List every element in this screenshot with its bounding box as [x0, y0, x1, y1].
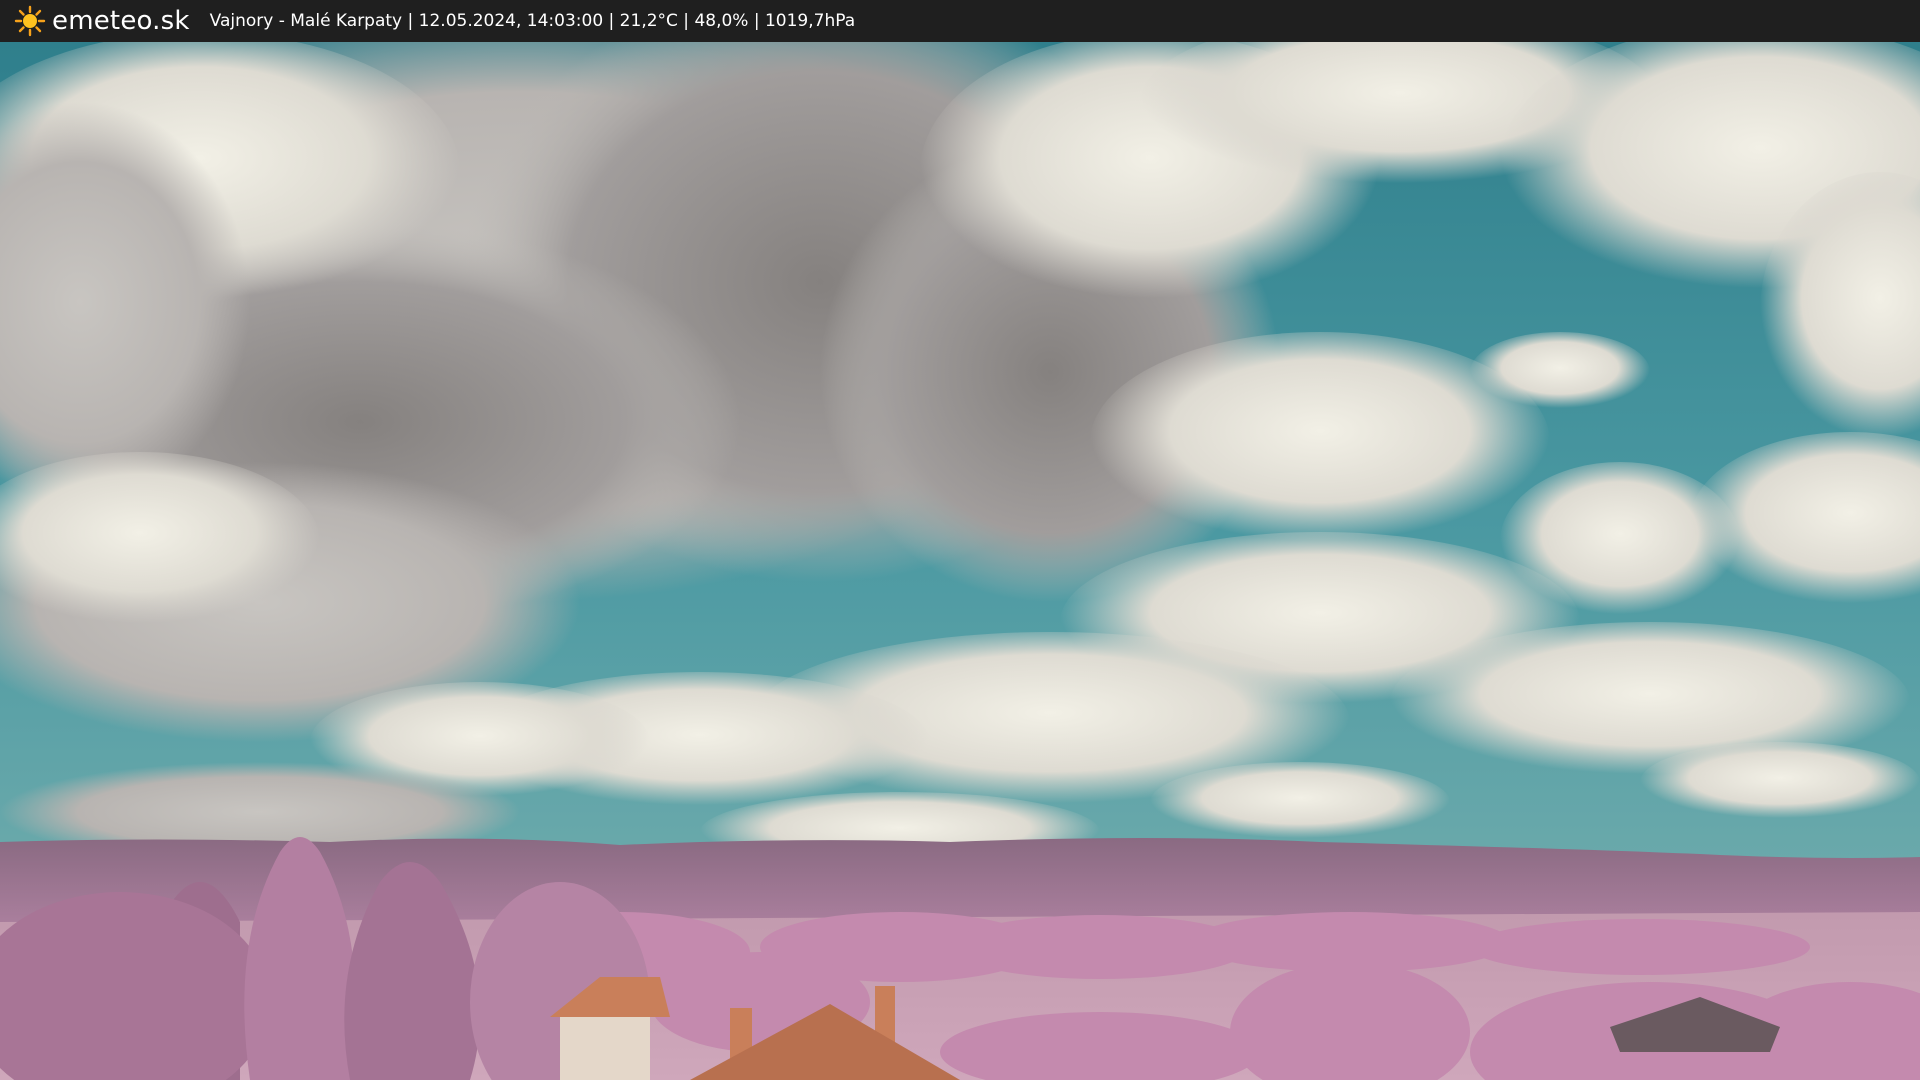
webcam-image: [0, 42, 1920, 1080]
header-bar: emeteo.sk Vajnory - Malé Karpaty | 12.05…: [0, 0, 1920, 42]
weather-info: Vajnory - Malé Karpaty | 12.05.2024, 14:…: [209, 11, 856, 31]
sun-icon: [14, 5, 46, 37]
brand-name[interactable]: emeteo.sk: [52, 6, 190, 36]
